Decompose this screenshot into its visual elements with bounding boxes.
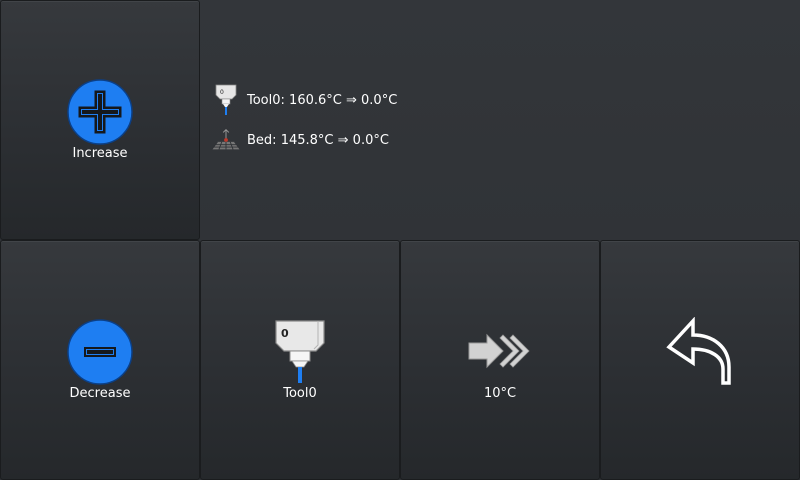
svg-text:0: 0 bbox=[220, 89, 224, 96]
back-arrow-icon bbox=[601, 317, 799, 387]
bed-temp-target: 0.0°C bbox=[352, 132, 389, 148]
temperature-readouts: 0 Tool0: 160.6°C ⇒ 0.0°C Bed: 145.8°C ⇒ … bbox=[210, 80, 397, 160]
bed-temp-arrow: ⇒ bbox=[337, 132, 349, 148]
plus-circle-icon bbox=[1, 79, 199, 145]
bed-temp-current: 145.8°C bbox=[280, 132, 334, 148]
tool-label: Tool0 bbox=[283, 386, 317, 401]
tool-temp-current: 160.6°C bbox=[289, 92, 342, 108]
increase-button[interactable]: Increase bbox=[0, 0, 200, 240]
step-size-button[interactable]: 10°C bbox=[400, 240, 600, 480]
tool-temp-target: 0.0°C bbox=[361, 92, 398, 108]
tool-temp-name: Tool0 bbox=[247, 92, 281, 108]
decrease-label: Decrease bbox=[69, 386, 131, 401]
extruder-icon: 0 bbox=[201, 319, 399, 385]
temperature-screen: Increase 0 Tool0: 160.6°C ⇒ 0.0°C Bed: 1… bbox=[0, 0, 800, 480]
tool-temperature-text: Tool0: 160.6°C ⇒ 0.0°C bbox=[247, 92, 398, 108]
increase-label: Increase bbox=[72, 146, 128, 161]
tool-select-button[interactable]: 0 Tool0 bbox=[200, 240, 400, 480]
minus-circle-icon bbox=[1, 319, 199, 385]
decrease-button[interactable]: Decrease bbox=[0, 240, 200, 480]
tool-temp-arrow: ⇒ bbox=[345, 92, 357, 108]
extruder-icon: 0 bbox=[210, 84, 242, 116]
bed-temp-name: Bed bbox=[247, 132, 273, 148]
bed-icon bbox=[210, 124, 242, 156]
bed-temperature-row: Bed: 145.8°C ⇒ 0.0°C bbox=[210, 120, 397, 160]
tool-icon-number: 0 bbox=[281, 327, 289, 340]
bed-temperature-text: Bed: 145.8°C ⇒ 0.0°C bbox=[247, 132, 389, 148]
back-button[interactable] bbox=[600, 240, 800, 480]
increment-arrows-icon bbox=[401, 331, 599, 371]
tool-temperature-row: 0 Tool0: 160.6°C ⇒ 0.0°C bbox=[210, 80, 397, 120]
step-label: 10°C bbox=[483, 386, 517, 401]
